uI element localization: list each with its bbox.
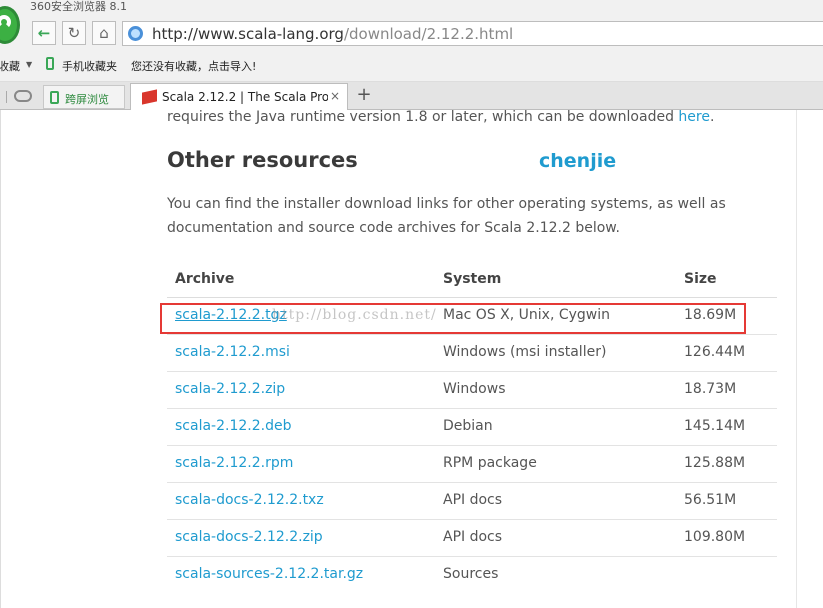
highlight-box bbox=[160, 303, 746, 334]
archive-link[interactable]: scala-2.12.2.msi bbox=[175, 344, 290, 360]
import-favorites-link[interactable]: 您还没有收藏，点击导入! bbox=[131, 58, 256, 74]
section-heading: Other resources bbox=[167, 148, 358, 172]
system-cell: Windows bbox=[443, 381, 506, 397]
system-cell: RPM package bbox=[443, 455, 537, 471]
phone-icon bbox=[46, 57, 54, 70]
favorites-bar: 收藏 ▼ 手机收藏夹 您还没有收藏，点击导入! bbox=[0, 50, 823, 82]
table-row: scala-2.12.2.rpm RPM package 125.88M bbox=[167, 446, 777, 483]
tab-separator bbox=[6, 91, 7, 103]
period: . bbox=[709, 110, 715, 125]
archive-link[interactable]: scala-sources-2.12.2.tar.gz bbox=[175, 566, 363, 582]
java-download-link[interactable]: here bbox=[678, 110, 710, 125]
header-system: System bbox=[443, 271, 502, 287]
table-row: scala-2.12.2.msi Windows (msi installer)… bbox=[167, 335, 777, 372]
site-globe-icon bbox=[128, 26, 143, 41]
size-cell: 109.80M bbox=[684, 529, 746, 545]
reload-button[interactable]: ↻ bbox=[62, 21, 86, 45]
tab-label: 跨屏浏览 bbox=[65, 93, 109, 106]
navigation-bar: ← ↻ ⌂ http://www.scala-lang.org/download… bbox=[0, 16, 823, 50]
table-row: scala-docs-2.12.2.txz API docs 56.51M bbox=[167, 483, 777, 520]
table-body: scala-2.12.2.tgz Mac OS X, Unix, Cygwin … bbox=[167, 298, 777, 594]
java-requirement-text: requires the Java runtime version 1.8 or… bbox=[167, 110, 714, 125]
reload-icon: ↻ bbox=[67, 24, 81, 42]
header-size: Size bbox=[684, 271, 717, 287]
address-bar[interactable]: http://www.scala-lang.org/download/2.12.… bbox=[122, 21, 823, 46]
size-cell: 18.73M bbox=[684, 381, 737, 397]
archive-link[interactable]: scala-2.12.2.deb bbox=[175, 418, 291, 434]
header-archive: Archive bbox=[175, 271, 235, 287]
table-header: Archive System Size bbox=[167, 262, 777, 298]
system-cell: API docs bbox=[443, 492, 503, 508]
tab-cross-screen[interactable]: 跨屏浏览 bbox=[43, 85, 125, 109]
archive-link[interactable]: scala-2.12.2.rpm bbox=[175, 455, 293, 471]
size-cell: 125.88M bbox=[684, 455, 746, 471]
size-cell: 56.51M bbox=[684, 492, 737, 508]
size-cell: 126.44M bbox=[684, 344, 746, 360]
intro-paragraph: You can find the installer download link… bbox=[167, 196, 726, 236]
blog-watermark: http://blog.csdn.net/ bbox=[272, 307, 437, 323]
close-tab-icon[interactable]: × bbox=[330, 89, 340, 103]
tab-bar: 跨屏浏览 Scala 2.12.2 | The Scala Programmin… bbox=[0, 82, 823, 111]
url-path: /download/2.12.2.html bbox=[343, 25, 514, 43]
tab-label: Scala 2.12.2 | The Scala Programming Lan… bbox=[162, 90, 328, 104]
arrow-left-icon: ← bbox=[37, 24, 51, 42]
system-cell: Sources bbox=[443, 566, 499, 582]
window-title: 360安全浏览器 8.1 bbox=[30, 0, 127, 13]
phone-icon bbox=[50, 91, 59, 104]
favorites-menu[interactable]: 收藏 bbox=[0, 58, 20, 74]
system-cell: Windows (msi installer) bbox=[443, 344, 607, 360]
page-content: requires the Java runtime version 1.8 or… bbox=[0, 110, 823, 608]
size-cell: 145.14M bbox=[684, 418, 746, 434]
caret-down-icon[interactable]: ▼ bbox=[26, 60, 32, 69]
divider bbox=[0, 110, 1, 608]
url-text[interactable]: http://www.scala-lang.org/download/2.12.… bbox=[152, 25, 513, 43]
title-bar: 360安全浏览器 8.1 bbox=[0, 0, 823, 16]
table-row: scala-2.12.2.zip Windows 18.73M bbox=[167, 372, 777, 409]
table-row: scala-2.12.2.deb Debian 145.14M bbox=[167, 409, 777, 446]
table-row: scala-docs-2.12.2.zip API docs 109.80M bbox=[167, 520, 777, 557]
archive-link[interactable]: scala-docs-2.12.2.txz bbox=[175, 492, 324, 508]
cloud-icon[interactable] bbox=[14, 90, 32, 102]
system-cell: API docs bbox=[443, 529, 503, 545]
system-cell: Debian bbox=[443, 418, 493, 434]
scala-favicon-icon bbox=[142, 89, 157, 105]
home-icon: ⌂ bbox=[99, 24, 109, 42]
archive-link[interactable]: scala-docs-2.12.2.zip bbox=[175, 529, 323, 545]
archive-link[interactable]: scala-2.12.2.zip bbox=[175, 381, 285, 397]
table-row: scala-sources-2.12.2.tar.gz Sources bbox=[167, 557, 777, 594]
divider bbox=[796, 110, 797, 608]
back-button[interactable]: ← bbox=[32, 21, 56, 45]
home-button[interactable]: ⌂ bbox=[92, 21, 116, 45]
tab-scala[interactable]: Scala 2.12.2 | The Scala Programming Lan… bbox=[130, 83, 348, 111]
url-host: http://www.scala-lang.org bbox=[152, 25, 344, 43]
java-requirement-body: requires the Java runtime version 1.8 or… bbox=[167, 110, 679, 125]
logo-e-mark bbox=[0, 15, 11, 29]
new-tab-button[interactable]: + bbox=[354, 86, 374, 106]
author-watermark: chenjie bbox=[539, 150, 617, 172]
phone-favorites-link[interactable]: 手机收藏夹 bbox=[62, 58, 117, 74]
